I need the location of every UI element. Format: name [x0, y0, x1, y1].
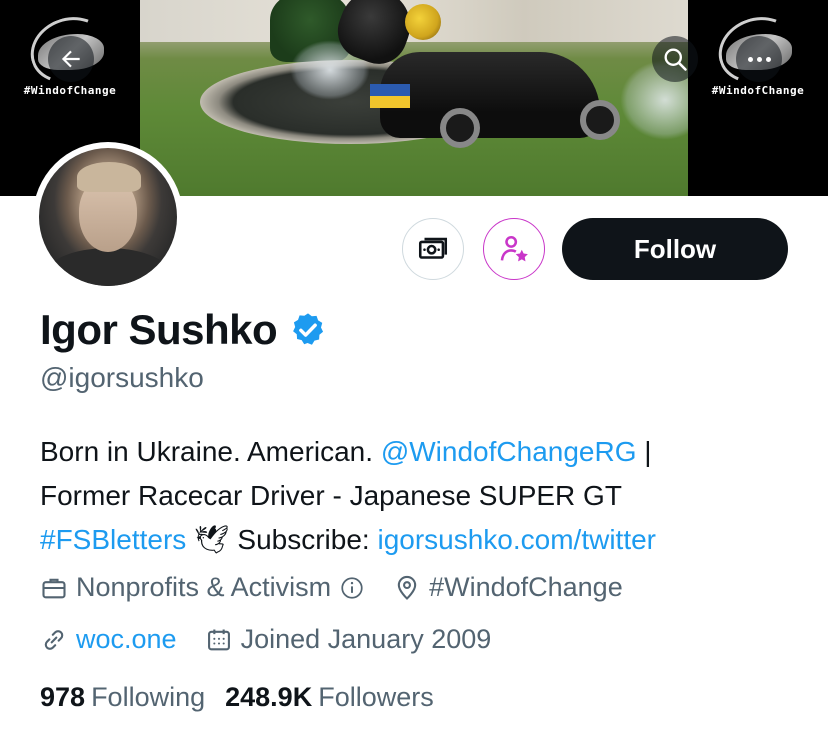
arrow-left-icon — [61, 50, 80, 68]
back-button[interactable] — [48, 36, 94, 82]
banner-photo — [140, 0, 688, 196]
bio-separator: | — [644, 436, 652, 467]
profile-bio: Born in Ukraine. American. @WindofChange… — [40, 430, 800, 562]
name-row: Igor Sushko — [40, 306, 327, 354]
followers-label: Followers — [318, 682, 434, 712]
joined-date: Joined January 2009 — [240, 624, 492, 654]
website-item: woc.one — [40, 624, 177, 655]
display-name: Igor Sushko — [40, 306, 278, 353]
location-item: #WindofChange — [393, 572, 623, 603]
profile-meta-row: woc.one Joined January 2009 — [40, 624, 519, 655]
followers-count: 248.9K — [225, 682, 313, 712]
following-label: Following — [91, 682, 206, 712]
website-link[interactable]: woc.one — [76, 624, 177, 655]
avatar[interactable] — [33, 142, 183, 292]
brand-tag-right: #WindofChange — [711, 84, 805, 97]
follow-stats: 978 Following 248.9K Followers — [40, 682, 454, 713]
verified-badge-icon[interactable] — [289, 311, 327, 349]
bio-url-link[interactable]: igorsushko.com/twitter — [377, 524, 656, 555]
more-dots-icon — [747, 56, 771, 62]
info-icon[interactable] — [339, 575, 365, 601]
person-star-icon — [500, 235, 528, 262]
profile-meta-row: Nonprofits & Activism #WindofChange — [40, 572, 651, 603]
user-handle: @igorsushko — [40, 362, 204, 393]
location-label: #WindofChange — [429, 572, 623, 602]
follow-button[interactable]: Follow — [562, 218, 788, 280]
bio-hashtag-link[interactable]: #FSBletters — [40, 524, 186, 555]
following-count: 978 — [40, 682, 86, 712]
joined-item: Joined January 2009 — [205, 624, 492, 655]
brand-tag-left: #WindofChange — [23, 84, 117, 97]
link-icon — [44, 629, 64, 650]
money-icon — [418, 237, 448, 259]
subscribe-button[interactable] — [483, 218, 545, 280]
category-item: Nonprofits & Activism — [40, 572, 365, 603]
bio-text: Former Racecar Driver - Japanese SUPER G… — [40, 480, 622, 511]
search-icon — [664, 48, 687, 71]
bio-text: Born in Ukraine. American. — [40, 436, 374, 467]
dove-emoji: 🕊 — [194, 524, 230, 555]
followers-stat[interactable]: 248.9K Followers — [225, 682, 434, 713]
bio-text: Subscribe: — [237, 524, 370, 555]
search-button[interactable] — [652, 36, 698, 82]
following-stat[interactable]: 978 Following — [40, 682, 205, 713]
location-pin-icon — [397, 575, 417, 600]
bio-mention-link[interactable]: @WindofChangeRG — [381, 436, 637, 467]
tip-button[interactable] — [402, 218, 464, 280]
calendar-icon — [207, 629, 230, 650]
briefcase-icon — [42, 578, 66, 598]
more-options-button[interactable] — [736, 36, 782, 82]
category-label: Nonprofits & Activism — [76, 572, 332, 602]
avatar-image — [39, 148, 177, 286]
